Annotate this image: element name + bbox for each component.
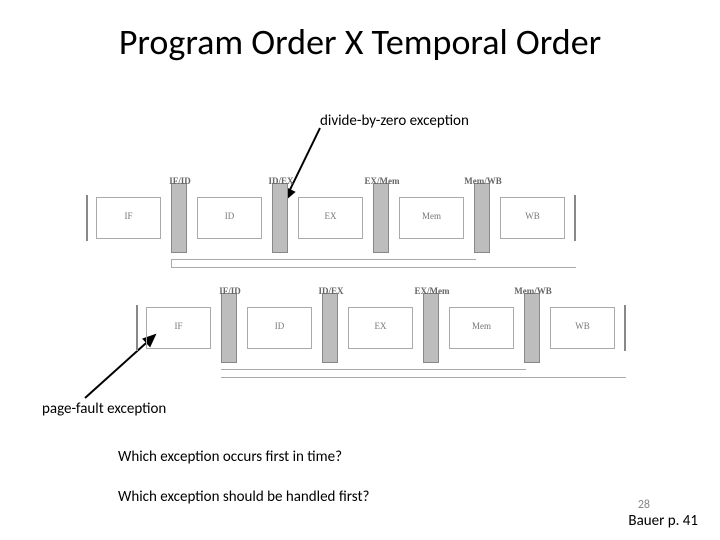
stage-wb: WB xyxy=(501,211,564,221)
page-number: 28 xyxy=(638,498,650,512)
reg-idex: ID/EX xyxy=(253,176,309,186)
reference: Bauer p. 41 xyxy=(628,512,698,530)
slide-title: Program Order X Temporal Order xyxy=(0,20,720,64)
pipeline-diagram-2: IF IF/ID ID ID/EX EX EX/Mem Mem Mem/WB W… xyxy=(86,285,646,395)
reg-memwb-2: Mem/WB xyxy=(505,286,561,296)
stage-id: ID xyxy=(198,211,261,221)
stage-wb-2: WB xyxy=(551,321,614,331)
label-divide-by-zero: divide-by-zero exception xyxy=(320,112,469,130)
question-1: Which exception occurs first in time? xyxy=(118,448,342,466)
reg-idex-2: ID/EX xyxy=(303,286,359,296)
reg-exmem-2: EX/Mem xyxy=(404,286,460,296)
stage-mem: Mem xyxy=(400,211,463,221)
stage-mem-2: Mem xyxy=(450,321,513,331)
stage-ex-2: EX xyxy=(349,321,412,331)
reg-memwb: Mem/WB xyxy=(455,176,511,186)
stage-ex: EX xyxy=(299,211,362,221)
stage-if: IF xyxy=(97,211,160,221)
label-page-fault: page-fault exception xyxy=(42,400,166,418)
stage-if-2: IF xyxy=(147,321,210,331)
reg-ifid: IF/ID xyxy=(152,176,208,186)
question-2: Which exception should be handled first? xyxy=(118,488,369,506)
reg-ifid-2: IF/ID xyxy=(202,286,258,296)
reg-exmem: EX/Mem xyxy=(354,176,410,186)
pipeline-diagram-1: IF IF/ID ID ID/EX EX EX/Mem Mem Mem/WB W… xyxy=(86,175,646,285)
stage-id-2: ID xyxy=(248,321,311,331)
